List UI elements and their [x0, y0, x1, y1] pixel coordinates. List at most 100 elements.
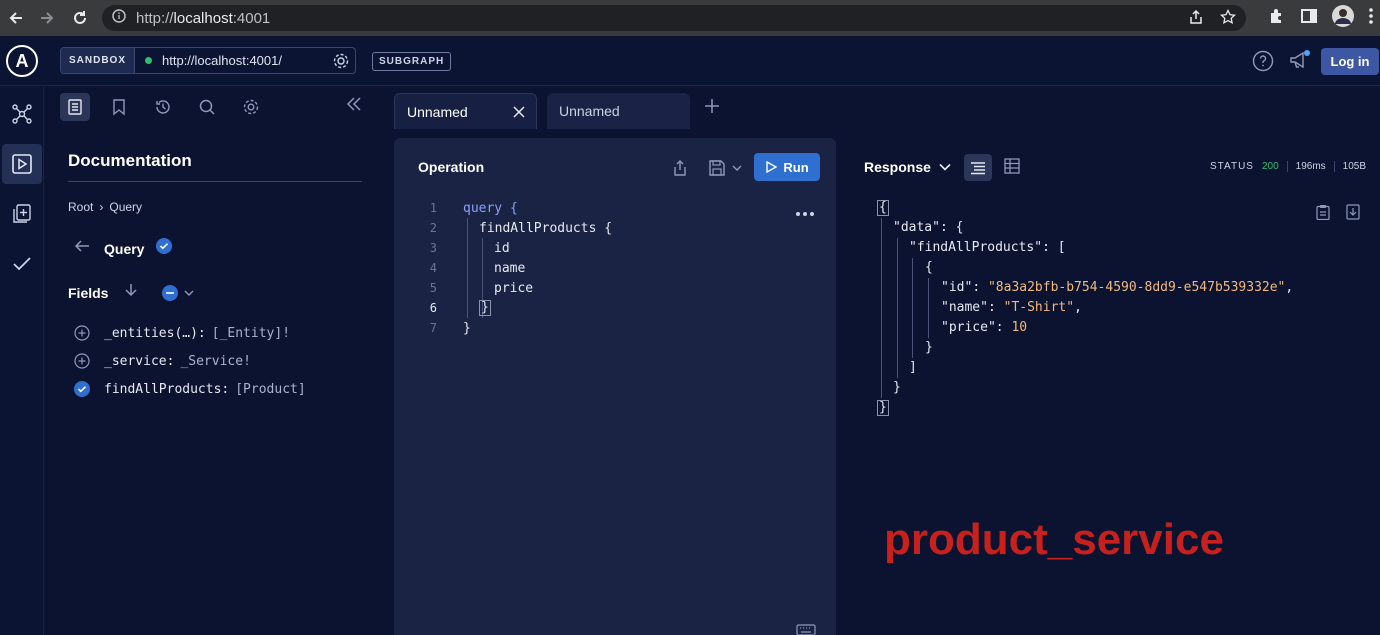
query-row: Query	[74, 238, 173, 259]
share-icon[interactable]	[1188, 9, 1204, 30]
check-icon[interactable]	[2, 244, 42, 284]
field-list: _entities(…): [_Entity]! _service: _Serv…	[74, 319, 306, 403]
indent-guide	[928, 278, 929, 338]
apollo-logo[interactable]: A	[6, 45, 38, 77]
list-item[interactable]: findAllProducts: [Product]	[74, 375, 306, 403]
bookmark-icon[interactable]	[104, 93, 134, 121]
list-item[interactable]: _service: _Service!	[74, 347, 306, 375]
code-text: query {	[463, 200, 518, 216]
status-bar: STATUS 200 196ms 105B	[1210, 161, 1366, 172]
gear-icon[interactable]	[236, 93, 266, 121]
back-arrow-icon[interactable]	[74, 239, 90, 258]
endpoint-url: http://localhost:4001/	[162, 53, 282, 68]
json-view-toggle[interactable]	[964, 154, 992, 181]
endpoint-input[interactable]: http://localhost:4001/	[135, 48, 355, 73]
sidebar-icon[interactable]	[1300, 7, 1318, 30]
graph-icon[interactable]	[2, 94, 42, 134]
reload-icon[interactable]	[66, 4, 94, 32]
login-button[interactable]: Log in	[1321, 48, 1379, 75]
connection-status-dot	[145, 57, 153, 64]
divider	[68, 181, 362, 182]
status-code: 200	[1262, 161, 1288, 172]
code-text: name	[494, 260, 526, 276]
breadcrumb-root[interactable]: Root	[68, 200, 93, 214]
left-rail	[0, 87, 44, 635]
table-view-icon[interactable]	[1004, 158, 1020, 179]
avatar[interactable]	[1332, 5, 1354, 32]
code-line: 6 }	[394, 298, 834, 318]
kebab-icon[interactable]	[1368, 7, 1374, 30]
address-bar[interactable]: http://localhost:4001	[102, 5, 1246, 31]
star-icon[interactable]	[1220, 8, 1236, 30]
app-header: A SANDBOX http://localhost:4001/ SUBGRAP…	[0, 36, 1380, 86]
field-name: findAllProducts:	[104, 381, 230, 397]
add-field-icon[interactable]	[74, 353, 90, 369]
download-icon[interactable]	[1346, 204, 1360, 225]
docs-title: Documentation	[68, 151, 192, 170]
response-title: Response	[864, 159, 931, 175]
collapse-icon[interactable]	[346, 97, 362, 116]
run-button[interactable]: Run	[754, 153, 820, 181]
tab-unnamed-2[interactable]: Unnamed	[547, 93, 690, 129]
breadcrumb: Root › Query	[68, 200, 142, 214]
announcement-icon[interactable]	[1288, 49, 1312, 76]
line-number: 1	[429, 201, 437, 215]
chevron-down-icon[interactable]	[732, 164, 742, 172]
indent-guide	[897, 238, 898, 378]
json-line: "id": "8a3a2bfb-b754-4590-8dd9-e547b5393…	[941, 280, 1294, 295]
doc-icon[interactable]	[60, 93, 90, 121]
line-number: 2	[429, 221, 437, 235]
clipboard-icon[interactable]	[1316, 204, 1330, 225]
plus-icon[interactable]	[704, 98, 720, 119]
field-type[interactable]: [Product]	[235, 382, 305, 397]
line-number: 7	[429, 321, 437, 335]
tab-unnamed-1[interactable]: Unnamed	[394, 93, 537, 129]
collection-icon[interactable]	[2, 194, 42, 234]
code-line: 7 }	[394, 318, 834, 338]
history-icon[interactable]	[148, 93, 178, 121]
code-text: }	[463, 320, 471, 336]
response-size: 105B	[1342, 161, 1367, 172]
status-label: STATUS	[1210, 161, 1254, 172]
check-circle-icon[interactable]	[74, 381, 90, 397]
field-type[interactable]: [_Entity]!	[212, 326, 290, 341]
chevron-down-icon[interactable]	[184, 289, 194, 297]
add-field-icon[interactable]	[74, 325, 90, 341]
share-icon[interactable]	[672, 159, 688, 182]
indent-guide	[912, 258, 913, 358]
check-circle-icon[interactable]	[156, 238, 173, 259]
code-editor[interactable]: 1 query { 2 findAllProducts { 3 id 4 nam…	[394, 198, 834, 338]
field-name: _service:	[104, 353, 175, 369]
text-view-icon	[971, 161, 985, 174]
fields-row: Fields	[68, 282, 194, 303]
close-icon[interactable]	[512, 105, 526, 122]
code-text: price	[494, 280, 534, 296]
forward-arrow-icon[interactable]	[33, 4, 61, 32]
json-line: "findAllProducts": [	[909, 240, 1066, 255]
keyboard-icon[interactable]	[796, 623, 816, 635]
code-line: 3 id	[394, 238, 834, 258]
response-title-dropdown[interactable]: Response	[864, 159, 951, 175]
gear-icon[interactable]	[332, 52, 350, 73]
sandbox-label: SANDBOX	[61, 48, 136, 73]
field-type[interactable]: _Service!	[180, 354, 250, 369]
fields-label: Fields	[68, 284, 109, 301]
list-item[interactable]: _entities(…): [_Entity]!	[74, 319, 306, 347]
sort-arrow-icon[interactable]	[124, 282, 138, 303]
play-icon[interactable]	[2, 144, 42, 184]
back-arrow-icon[interactable]	[2, 4, 30, 32]
help-icon[interactable]	[1252, 50, 1274, 77]
info-icon[interactable]	[112, 8, 126, 28]
code-line: 2 findAllProducts {	[394, 218, 834, 238]
run-label: Run	[783, 159, 809, 175]
indent-guide	[881, 218, 882, 398]
response-time: 196ms	[1288, 161, 1335, 172]
search-icon[interactable]	[192, 93, 222, 121]
subgraph-badge: SUBGRAPH	[372, 52, 452, 71]
deselect-all-icon[interactable]	[162, 284, 194, 301]
save-icon[interactable]	[708, 159, 742, 177]
url-text: http://localhost:4001	[136, 9, 271, 27]
extensions-icon[interactable]	[1268, 7, 1286, 30]
breadcrumb-separator: ›	[99, 200, 104, 214]
documentation-panel: Documentation Root › Query Query Fields …	[52, 87, 382, 635]
